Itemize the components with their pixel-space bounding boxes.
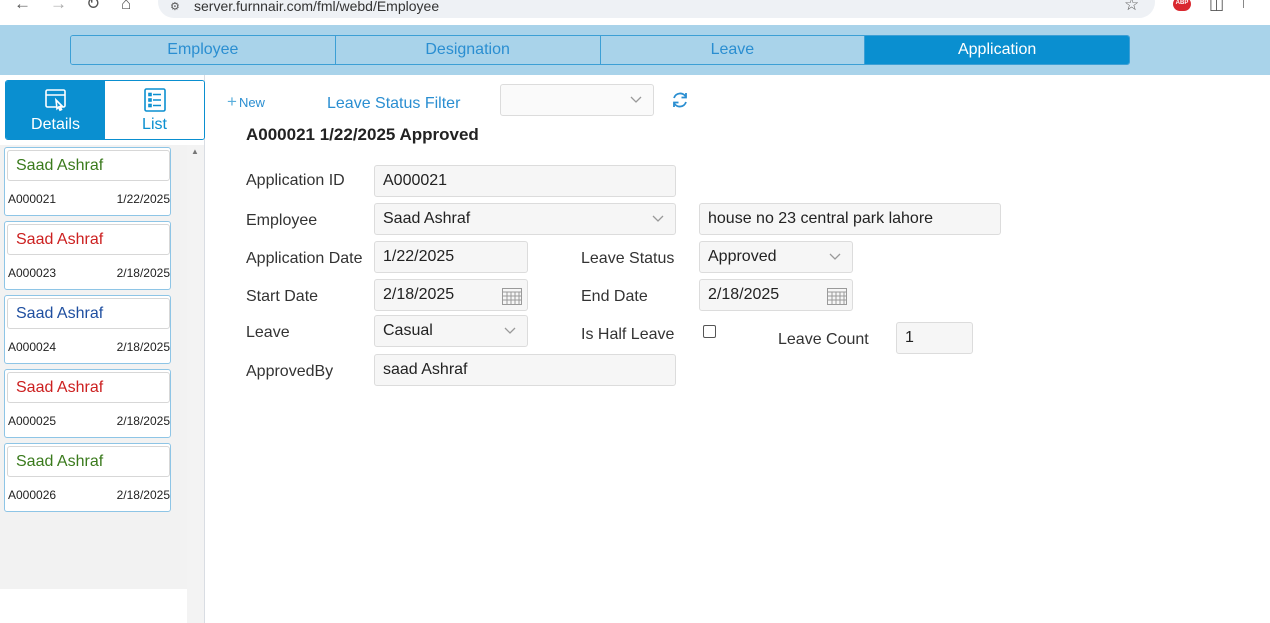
calendar-icon[interactable] <box>826 286 848 306</box>
address-bar[interactable]: ⚙ server.furnnair.com/fml/webd/Employee <box>158 0 1155 18</box>
start-date-field[interactable]: 2/18/2025 <box>374 279 528 311</box>
approved-by-field[interactable]: saad Ashraf <box>374 354 676 386</box>
url-text: server.furnnair.com/fml/webd/Employee <box>194 0 440 14</box>
card-application-id: A000021 <box>8 192 57 206</box>
leave-type-value: Casual <box>383 322 433 339</box>
chevron-down-icon <box>630 96 642 103</box>
details-view-button[interactable]: Details <box>6 81 105 139</box>
card-date: 2/18/2025 <box>116 414 170 428</box>
card-application-id: A000024 <box>8 340 57 354</box>
employee-address-field[interactable]: house no 23 central park lahore <box>699 203 1001 235</box>
card-employee-name: Saad Ashraf <box>7 446 170 477</box>
view-switch: Details List <box>5 80 205 140</box>
tab-employee[interactable]: Employee <box>71 36 336 64</box>
leave-status-select[interactable]: Approved <box>699 241 853 273</box>
chevron-down-icon <box>504 327 516 334</box>
list-item[interactable]: Saad Ashraf A000026 2/18/2025 <box>4 443 171 512</box>
card-date: 1/22/2025 <box>116 192 170 206</box>
tab-application[interactable]: Application <box>865 36 1129 64</box>
is-half-leave-checkbox[interactable] <box>703 325 716 338</box>
refresh-icon[interactable] <box>670 90 690 110</box>
calendar-icon[interactable] <box>501 286 523 306</box>
list-item[interactable]: Saad Ashraf A000021 1/22/2025 <box>4 147 171 216</box>
chevron-down-icon <box>829 253 841 260</box>
leave-status-label: Leave Status <box>581 250 675 267</box>
leave-count-value: 1 <box>905 329 914 346</box>
browser-toolbar: ← → ↻ ⌂ ⚙ server.furnnair.com/fml/webd/E… <box>0 0 1270 25</box>
start-date-label: Start Date <box>246 288 319 305</box>
list-scrollbar[interactable]: ▲ <box>187 145 204 623</box>
application-id-field[interactable]: A000021 <box>374 165 676 197</box>
bookmark-star-icon[interactable]: ☆ <box>1124 0 1139 15</box>
employee-value: Saad Ashraf <box>383 210 471 227</box>
list-view-label: List <box>142 115 167 133</box>
leave-label: Leave <box>246 324 290 341</box>
employee-address-value: house no 23 central park lahore <box>708 210 934 227</box>
leave-count-field[interactable]: 1 <box>896 322 973 354</box>
application-id-label: Application ID <box>246 172 345 189</box>
approved-by-label: ApprovedBy <box>246 363 334 380</box>
list-icon <box>143 87 166 112</box>
toolbar-divider <box>1243 0 1244 8</box>
application-date-field[interactable]: 1/22/2025 <box>374 241 528 273</box>
scroll-up-icon[interactable]: ▲ <box>191 147 199 156</box>
is-half-leave-label: Is Half Leave <box>581 326 675 343</box>
end-date-value: 2/18/2025 <box>708 286 780 303</box>
card-application-id: A000025 <box>8 414 57 428</box>
approved-by-value: saad Ashraf <box>383 361 468 378</box>
card-date: 2/18/2025 <box>116 488 170 502</box>
tab-leave[interactable]: Leave <box>600 36 866 64</box>
card-employee-name: Saad Ashraf <box>7 224 170 255</box>
plus-icon: + <box>227 92 237 111</box>
module-tabs: Employee Designation Leave Application <box>70 35 1130 65</box>
leave-status-filter-select[interactable] <box>500 84 654 116</box>
card-date: 2/18/2025 <box>116 266 170 280</box>
list-item[interactable]: Saad Ashraf A000025 2/18/2025 <box>4 369 171 438</box>
card-application-id: A000023 <box>8 266 57 280</box>
employee-select[interactable]: Saad Ashraf <box>374 203 676 235</box>
start-date-value: 2/18/2025 <box>383 286 455 303</box>
leave-status-filter-label: Leave Status Filter <box>327 95 461 112</box>
record-title: A000021 1/22/2025 Approved <box>246 125 479 144</box>
card-date: 2/18/2025 <box>116 340 170 354</box>
card-employee-name: Saad Ashraf <box>7 298 170 329</box>
employee-label: Employee <box>246 212 318 229</box>
new-button[interactable]: + New <box>227 92 265 112</box>
tab-designation[interactable]: Designation <box>335 36 601 64</box>
reload-icon[interactable]: ↻ <box>86 0 100 14</box>
extensions-puzzle-icon[interactable]: ◫ <box>1209 0 1224 14</box>
details-icon <box>44 88 66 111</box>
back-icon[interactable]: ← <box>14 0 31 14</box>
end-date-field[interactable]: 2/18/2025 <box>699 279 853 311</box>
forward-icon[interactable]: → <box>50 0 67 14</box>
application-date-label: Application Date <box>246 250 363 267</box>
adblock-extension-icon[interactable]: ABP <box>1173 0 1191 11</box>
details-view-label: Details <box>31 115 80 133</box>
list-item[interactable]: Saad Ashraf A000023 2/18/2025 <box>4 221 171 290</box>
end-date-label: End Date <box>581 288 648 305</box>
chevron-down-icon <box>652 215 664 222</box>
application-id-value: A000021 <box>383 172 448 189</box>
leave-type-select[interactable]: Casual <box>374 315 528 347</box>
card-application-id: A000026 <box>8 488 57 502</box>
list-item[interactable]: Saad Ashraf A000024 2/18/2025 <box>4 295 171 364</box>
site-info-icon[interactable]: ⚙ <box>170 0 180 13</box>
leave-status-value: Approved <box>708 248 777 265</box>
card-employee-name: Saad Ashraf <box>7 372 170 403</box>
new-button-label: New <box>238 95 265 110</box>
application-date-value: 1/22/2025 <box>383 248 455 265</box>
card-employee-name: Saad Ashraf <box>7 150 170 181</box>
leave-count-label: Leave Count <box>778 331 869 348</box>
home-icon[interactable]: ⌂ <box>121 0 131 14</box>
list-view-button[interactable]: List <box>105 81 204 139</box>
